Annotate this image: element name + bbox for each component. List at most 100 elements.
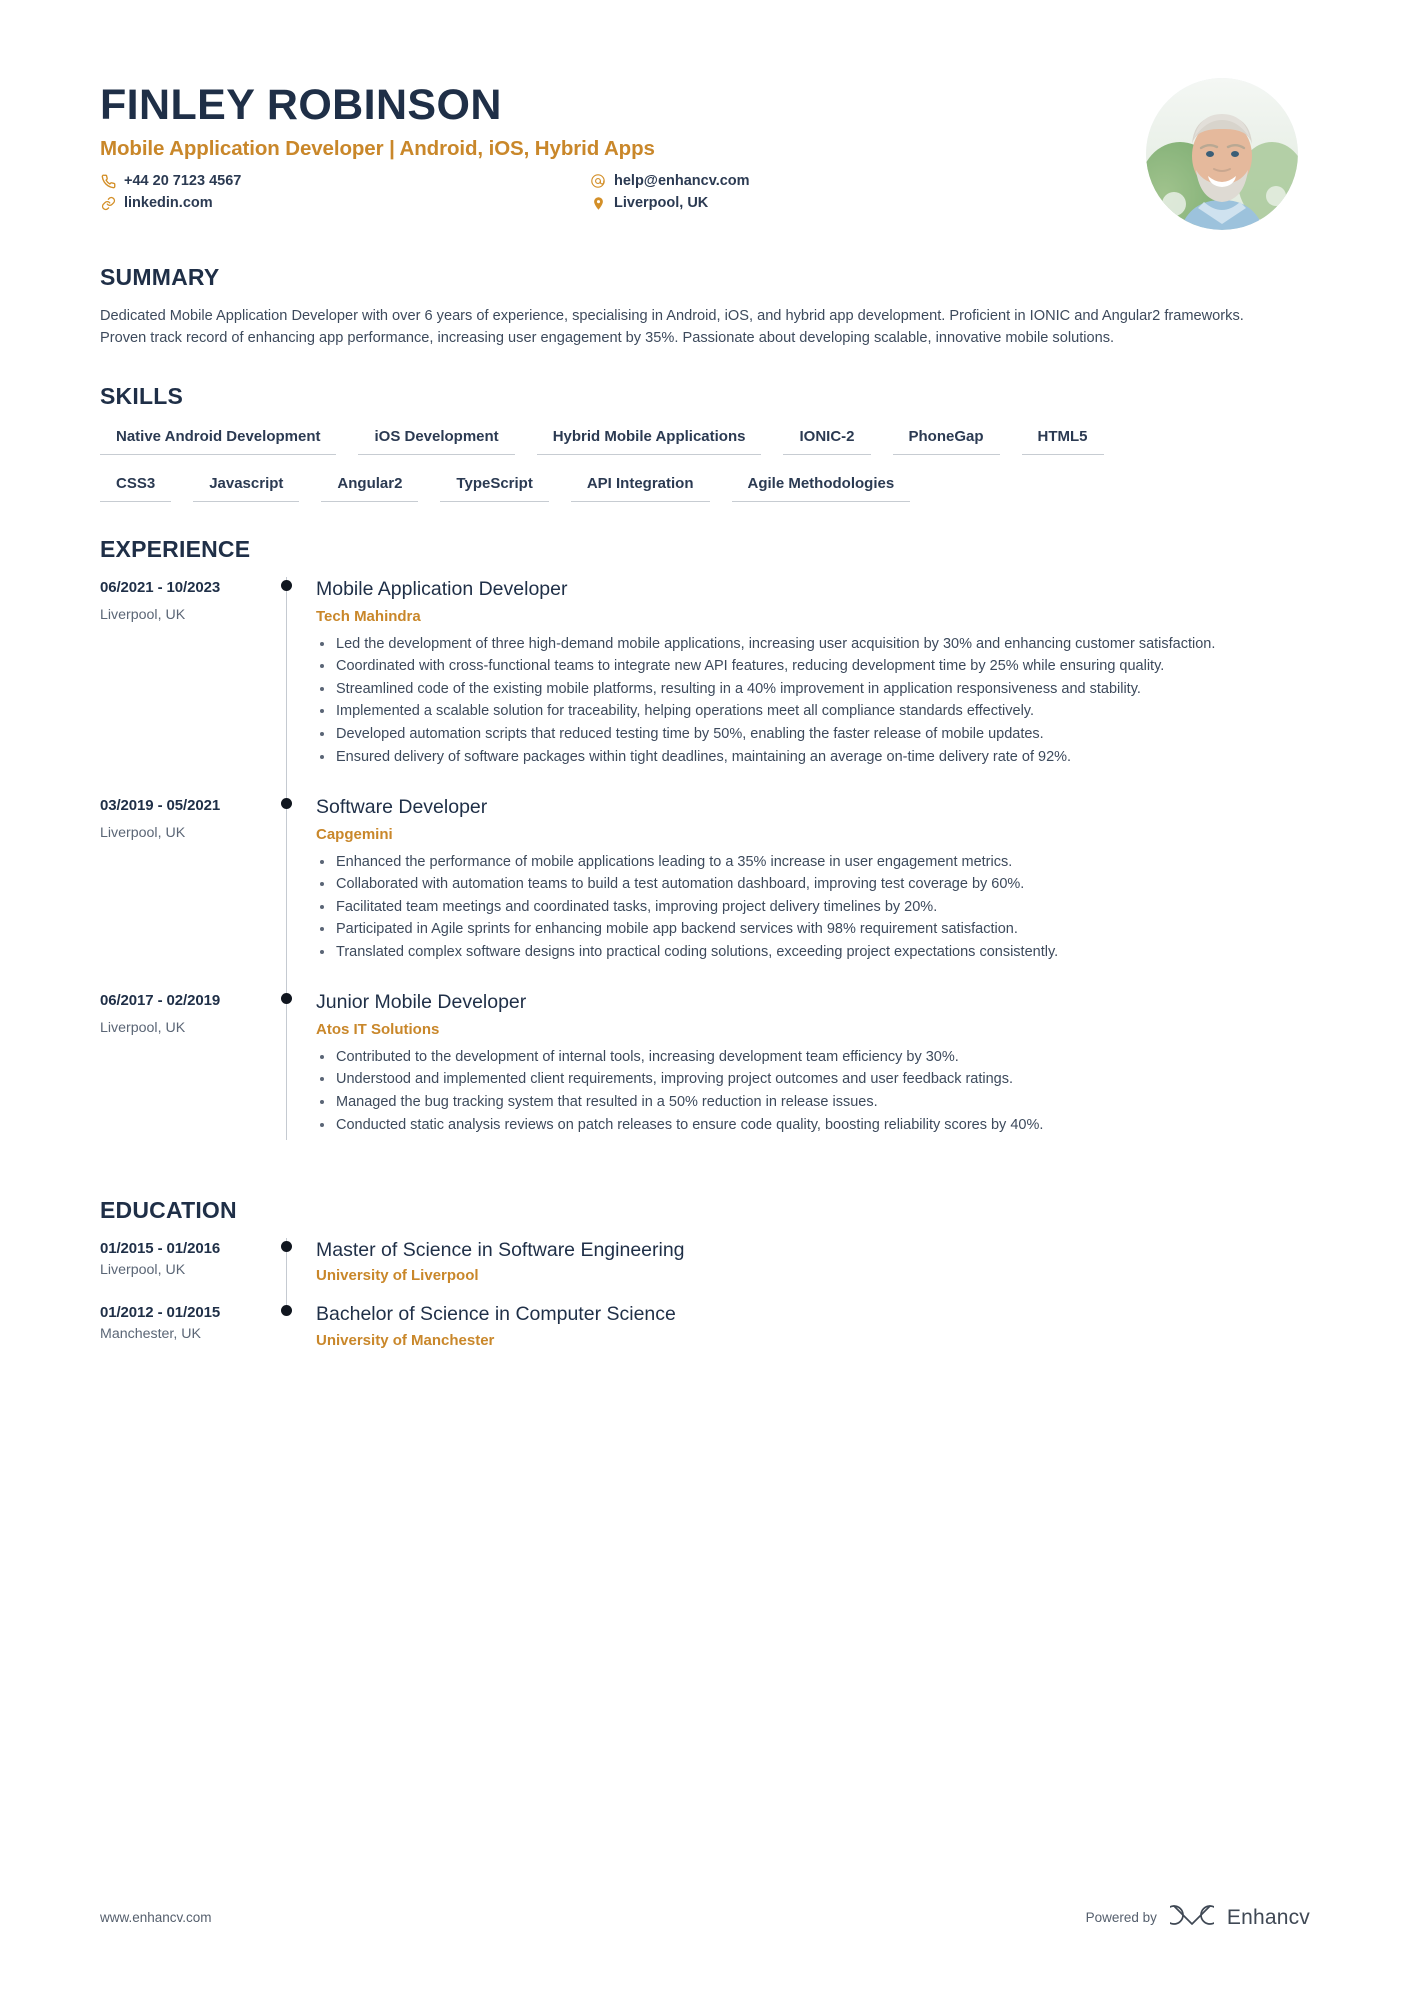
experience-body: Software Developer Capgemini Enhanced th… — [310, 795, 1310, 990]
education-school: University of Liverpool — [316, 1267, 479, 1285]
experience-location: Liverpool, UK — [100, 825, 186, 842]
experience-entry: 06/2017 - 02/2019 Liverpool, UK Junior M… — [100, 990, 1310, 1163]
contact-linkedin[interactable]: linkedin.com — [100, 195, 590, 211]
location-pin-icon — [590, 195, 606, 211]
experience-company: Atos IT Solutions — [316, 1020, 440, 1038]
education-location: Liverpool, UK — [100, 1262, 186, 1279]
contact-email-value: help@enhancv.com — [614, 173, 750, 190]
experience-meta: 06/2017 - 02/2019 Liverpool, UK — [100, 990, 268, 1163]
education-entry: 01/2012 - 01/2015 Manchester, UK Bachelo… — [100, 1302, 1310, 1366]
skills-row: CSS3 Javascript Angular2 TypeScript API … — [100, 471, 1310, 503]
timeline-dot — [281, 1305, 292, 1317]
bullet-item: Ensured delivery of software packages wi… — [316, 747, 1310, 768]
email-icon — [590, 173, 606, 189]
bullet-item: Conducted static analysis reviews on pat… — [316, 1115, 1310, 1136]
summary-section: SUMMARY Dedicated Mobile Application Dev… — [100, 264, 1310, 349]
timeline-rail — [268, 1302, 310, 1366]
enhancv-infinity-logo-icon — [1164, 1902, 1220, 1933]
header-identity: FINLEY ROBINSON Mobile Application Devel… — [100, 78, 1146, 212]
resume-page: FINLEY ROBINSON Mobile Application Devel… — [0, 0, 1410, 1995]
skill-chip: CSS3 — [100, 471, 172, 503]
skill-chip: Hybrid Mobile Applications — [536, 424, 762, 456]
bullet-item: Translated complex software designs into… — [316, 942, 1310, 963]
contact-phone-value: +44 20 7123 4567 — [124, 173, 242, 190]
page-title: FINLEY ROBINSON — [100, 81, 502, 129]
timeline-line — [286, 990, 288, 1141]
skills-section-title: SKILLS — [100, 383, 183, 410]
experience-location: Liverpool, UK — [100, 607, 186, 624]
experience-location: Liverpool, UK — [100, 1020, 186, 1037]
summary-section-title: SUMMARY — [100, 264, 220, 290]
contact-location-value: Liverpool, UK — [614, 195, 709, 212]
experience-body: Junior Mobile Developer Atos IT Solution… — [310, 990, 1310, 1163]
experience-meta: 03/2019 - 05/2021 Liverpool, UK — [100, 795, 268, 990]
skill-chip: Javascript — [193, 471, 300, 503]
bullet-item: Collaborated with automation teams to bu… — [316, 874, 1310, 895]
avatar — [1146, 78, 1298, 230]
footer-website-url[interactable]: www.enhancv.com — [100, 1910, 212, 1925]
powered-by-label: Powered by — [1085, 1910, 1157, 1925]
timeline-dot — [281, 993, 292, 1005]
skill-chip: TypeScript — [440, 471, 549, 503]
bullet-item: Facilitated team meetings and coordinate… — [316, 897, 1310, 918]
education-entry: 01/2015 - 01/2016 Liverpool, UK Master o… — [100, 1238, 1310, 1307]
timeline-rail — [268, 795, 310, 993]
bullet-item: Managed the bug tracking system that res… — [316, 1092, 1310, 1113]
contact-details: +44 20 7123 4567 help@enhancv.com linked… — [100, 173, 1146, 211]
bullet-item: Coordinated with cross-functional teams … — [316, 656, 1310, 677]
experience-date: 06/2021 - 10/2023 — [100, 579, 221, 597]
experience-role: Mobile Application Developer — [316, 578, 568, 601]
education-date: 01/2012 - 01/2015 — [100, 1304, 221, 1322]
skill-chip: API Integration — [570, 471, 710, 503]
education-meta: 01/2015 - 01/2016 Liverpool, UK — [100, 1238, 268, 1302]
experience-date: 03/2019 - 05/2021 — [100, 797, 221, 815]
brand-name: Enhancv — [1226, 1905, 1310, 1929]
experience-bullets: Led the development of three high-demand… — [316, 634, 1310, 767]
page-footer: www.enhancv.com Powered by Enhancv — [100, 1902, 1310, 1933]
skill-chip: Native Android Development — [100, 424, 337, 456]
professional-headline: Mobile Application Developer | Android, … — [100, 137, 655, 161]
education-degree: Bachelor of Science in Computer Science — [316, 1303, 676, 1326]
education-body: Master of Science in Software Engineerin… — [310, 1238, 1310, 1302]
timeline-rail — [268, 1238, 310, 1307]
education-meta: 01/2012 - 01/2015 Manchester, UK — [100, 1302, 268, 1366]
contact-location: Liverpool, UK — [590, 195, 1146, 211]
skill-chip: HTML5 — [1021, 424, 1104, 456]
experience-role: Software Developer — [316, 796, 488, 819]
contact-linkedin-value: linkedin.com — [124, 195, 213, 212]
timeline-rail — [268, 577, 310, 798]
experience-bullets: Enhanced the performance of mobile appli… — [316, 852, 1310, 963]
education-degree: Master of Science in Software Engineerin… — [316, 1239, 685, 1262]
skill-chip: Angular2 — [321, 471, 419, 503]
education-section-title: EDUCATION — [100, 1197, 237, 1224]
education-date: 01/2015 - 01/2016 — [100, 1240, 221, 1258]
education-location: Manchester, UK — [100, 1326, 201, 1343]
timeline-dot — [281, 580, 292, 592]
skill-chip: iOS Development — [358, 424, 515, 456]
contact-phone[interactable]: +44 20 7123 4567 — [100, 173, 590, 189]
bullet-item: Developed automation scripts that reduce… — [316, 724, 1310, 745]
link-icon — [100, 195, 116, 211]
bullet-item: Contributed to the development of intern… — [316, 1047, 1310, 1068]
education-school: University of Manchester — [316, 1331, 495, 1349]
skills-row: Native Android Development iOS Developme… — [100, 424, 1310, 456]
phone-icon — [100, 173, 116, 189]
experience-section: EXPERIENCE 06/2021 - 10/2023 Liverpool, … — [100, 536, 1310, 1163]
skills-list: Native Android Development iOS Developme… — [100, 424, 1310, 503]
skill-chip: IONIC-2 — [783, 424, 871, 456]
bullet-item: Led the development of three high-demand… — [316, 634, 1310, 655]
bullet-item: Participated in Agile sprints for enhanc… — [316, 919, 1310, 940]
bullet-item: Enhanced the performance of mobile appli… — [316, 852, 1310, 873]
resume-header: FINLEY ROBINSON Mobile Application Devel… — [100, 0, 1310, 230]
bullet-item: Implemented a scalable solution for trac… — [316, 701, 1310, 722]
experience-bullets: Contributed to the development of intern… — [316, 1047, 1310, 1135]
bullet-item: Streamlined code of the existing mobile … — [316, 679, 1310, 700]
timeline-line — [286, 577, 288, 798]
experience-entry: 06/2021 - 10/2023 Liverpool, UK Mobile A… — [100, 577, 1310, 798]
contact-email[interactable]: help@enhancv.com — [590, 173, 1146, 189]
experience-date: 06/2017 - 02/2019 — [100, 992, 221, 1010]
experience-section-title: EXPERIENCE — [100, 536, 251, 563]
experience-role: Junior Mobile Developer — [316, 991, 527, 1014]
experience-entry: 03/2019 - 05/2021 Liverpool, UK Software… — [100, 795, 1310, 993]
timeline-dot — [281, 798, 292, 810]
